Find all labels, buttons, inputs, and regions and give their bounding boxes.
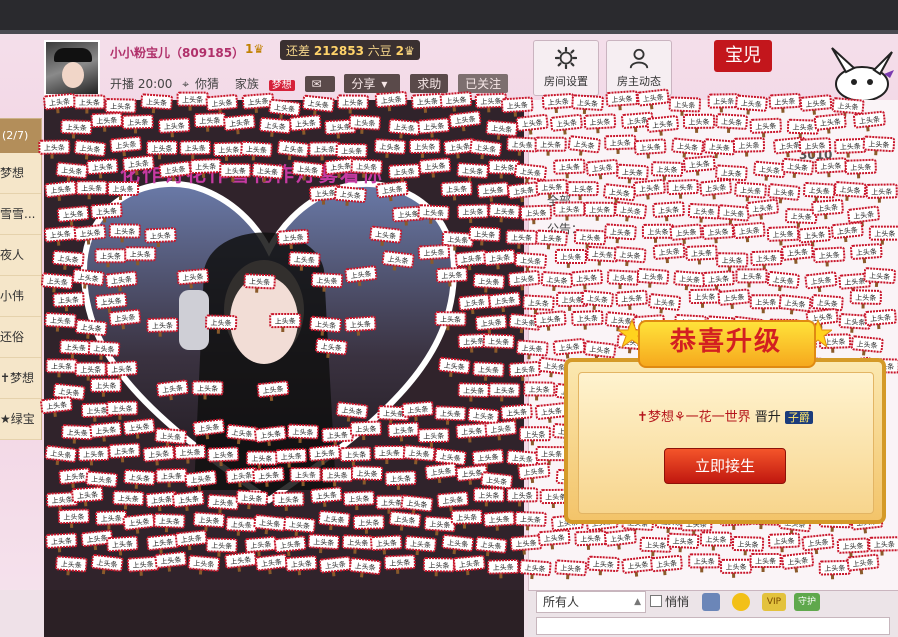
crown-icon: ♛ (253, 42, 265, 56)
family-tag[interactable]: 梦想 (268, 80, 295, 91)
crown-icon: ♛ (403, 44, 415, 58)
window-top-bar (0, 0, 898, 34)
level-up-rank: 子爵 (784, 411, 813, 424)
chat-message-input[interactable] (536, 617, 890, 635)
bean-next-level: 2 (395, 44, 404, 58)
gear-icon (555, 47, 577, 69)
video-bottom-area (0, 590, 528, 637)
share-label: 分享 (351, 77, 376, 91)
whisper-toggle[interactable]: 悄悄 (650, 593, 689, 610)
room-settings-button[interactable]: 房间设置 (533, 40, 599, 96)
fan-rank-item[interactable]: 夜人 (0, 235, 41, 276)
host-name-text: 小小粉宝儿 (110, 46, 171, 60)
host-feed-button[interactable]: 房主动态 (606, 40, 672, 96)
followed-button[interactable]: 已关注 (458, 74, 509, 93)
chat-target-value: 所有人 (543, 595, 580, 609)
level-up-user: ✝梦想⚘一花一世界 (637, 410, 751, 425)
location: ⌖ 你猜 (182, 77, 225, 91)
location-text: 你猜 (195, 77, 220, 91)
chat-count: 3010 (799, 148, 833, 162)
location-pin-icon: ⌖ (182, 77, 189, 91)
bean-prefix: 还差 (286, 44, 311, 58)
fan-rank-item[interactable]: ★绿宝 (0, 399, 41, 440)
brand-logo: 宝児 (714, 40, 772, 72)
host-feed-label: 房主动态 (617, 75, 661, 88)
level-up-inner (578, 372, 874, 514)
emoji-icon[interactable] (732, 593, 750, 611)
level-up-accept-button[interactable]: 立即接生 (664, 448, 786, 484)
fan-rank-item[interactable]: 还俗 (0, 317, 41, 358)
chat-target-select[interactable]: 所有人 ▲ (536, 591, 646, 613)
bunny-mascot-icon (831, 47, 894, 102)
level-up-message: ✝梦想⚘一花一世界 晋升 子爵 (564, 406, 886, 425)
chat-notice-label: 公告： (547, 222, 584, 236)
fan-rank-item[interactable]: ✝梦想 (0, 358, 41, 399)
bean-progress: 还差 212853 六豆 2♛ (280, 40, 420, 60)
image-icon[interactable] (702, 593, 720, 611)
level-up-dialog: 恭喜升级 ✝梦想⚘一花一世界 晋升 子爵 立即接生 (564, 306, 886, 524)
whisper-checkbox[interactable] (650, 595, 662, 607)
host-level-badge: 1♛ (245, 42, 264, 56)
chevron-down-icon: ▾ (381, 77, 388, 91)
chat-tab-all[interactable]: 全部 (547, 192, 571, 209)
share-button[interactable]: 分享 ▾ (344, 74, 401, 93)
fan-rank-item[interactable]: 小伟 (0, 276, 41, 317)
vip-label: VIP (766, 597, 782, 607)
guard-icon[interactable]: 守护 (794, 593, 820, 611)
live-room-page: 小小粉宝儿（809185） 1♛ 还差 212853 六豆 2♛ 开播 20:0… (0, 0, 898, 637)
fan-rank-header[interactable]: (2/7) (0, 119, 41, 153)
fan-rank-item[interactable]: 梦想 (0, 153, 41, 194)
room-settings-label: 房间设置 (544, 75, 588, 88)
mail-icon: ✉ (311, 77, 322, 91)
bean-suffix: 六豆 (367, 44, 392, 58)
host-meta-row: 开播 20:00 ⌖ 你猜 家族 梦想 ✉ 分享 ▾ 求助 已关注 (110, 74, 514, 93)
fan-rank-item[interactable]: 雪雪... (0, 194, 41, 235)
fan-rank-sidebar: (2/7) 梦想 雪雪... 夜人 小伟 还俗 ✝梦想 ★绿宝 (0, 118, 42, 440)
host-avatar[interactable] (44, 40, 100, 96)
help-button[interactable]: 求助 (410, 74, 449, 93)
level-up-action: 晋升 (754, 410, 781, 425)
bean-amount: 212853 (313, 44, 364, 58)
mail-button[interactable]: ✉ (304, 76, 335, 92)
start-time: 开播 20:00 (110, 77, 173, 91)
family-label: 家族 (234, 77, 259, 91)
heart-frame-image (80, 180, 458, 504)
whisper-label: 悄悄 (665, 595, 690, 609)
chevron-down-icon: ▲ (634, 597, 641, 607)
host-id: （809185） (170, 46, 245, 60)
vip-icon[interactable]: VIP (762, 593, 786, 611)
user-icon (629, 48, 649, 69)
host-header: 小小粉宝儿（809185） 1♛ 还差 212853 六豆 2♛ 开播 20:0… (40, 36, 530, 100)
host-name[interactable]: 小小粉宝儿（809185） (110, 44, 244, 61)
chat-input-bar: 所有人 ▲ 悄悄 VIP 守护 (528, 590, 898, 637)
video-player[interactable]: 化作诗花作雪花作灯雾着你 (44, 100, 524, 590)
heart-caption: 化作诗花作雪花作灯雾着你 (120, 162, 384, 186)
level-up-title: 恭喜升级 (618, 306, 832, 370)
guard-label: 守护 (797, 597, 816, 607)
level-up-title-text: 恭喜升级 (669, 327, 782, 357)
